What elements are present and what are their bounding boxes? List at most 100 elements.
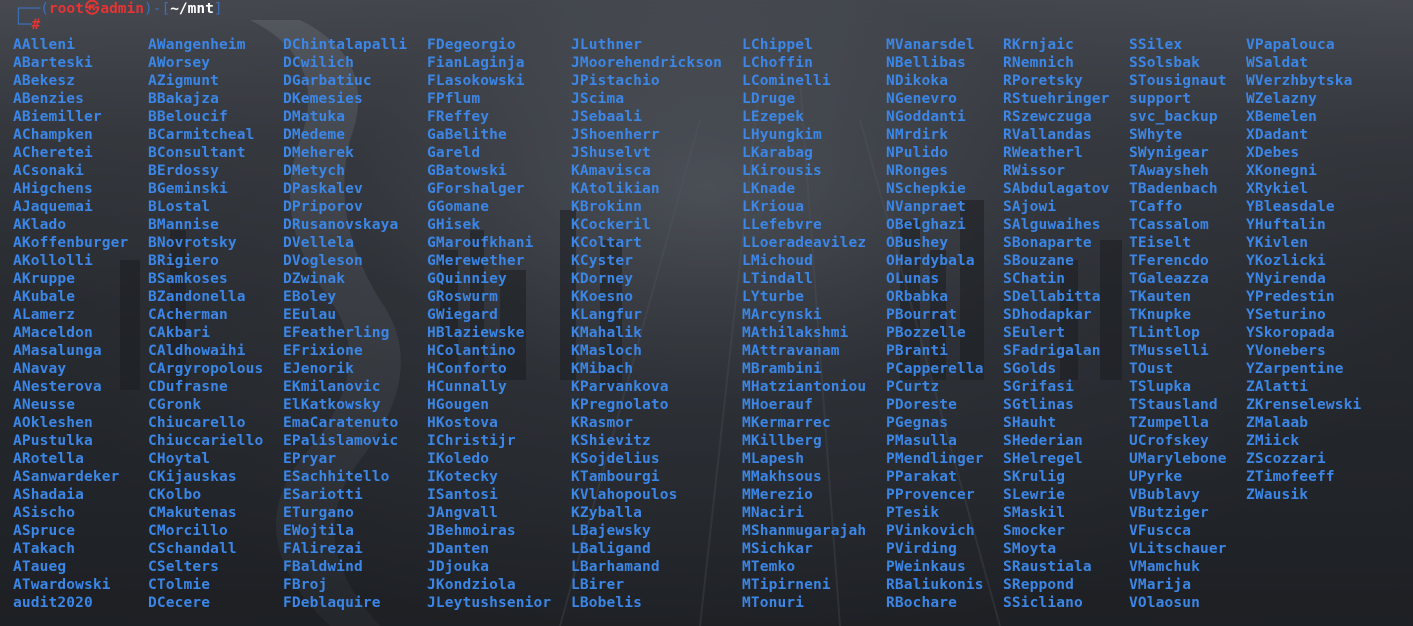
- directory-entry: ASanwardeker: [13, 469, 120, 485]
- directory-entry: TSlupka: [1129, 379, 1192, 395]
- directory-entry: JBehmoiras: [427, 523, 516, 539]
- directory-entry: NPulido: [886, 145, 949, 161]
- directory-entry: TKauten: [1129, 289, 1192, 305]
- directory-entry: NSchepkie: [886, 181, 966, 197]
- directory-entry: ABenzies: [13, 91, 85, 107]
- directory-entry: HConforto: [427, 361, 507, 377]
- directory-entry: SBonaparte: [1003, 235, 1092, 251]
- directory-entry: ZAlatti: [1246, 379, 1309, 395]
- prompt-line-2: └─#: [14, 16, 40, 34]
- directory-entry: AMasalunga: [13, 343, 102, 359]
- directory-entry: ATakach: [13, 541, 76, 557]
- directory-entry: KCyster: [571, 253, 634, 269]
- listing-column: LChippel LChoffin LCominelli LDruge LEzepek L…: [742, 36, 866, 612]
- directory-entry: NVanpraet: [886, 199, 966, 215]
- directory-entry: LBajewsky: [571, 523, 651, 539]
- directory-entry: GMaroufkhani: [427, 235, 534, 251]
- directory-entry: NRonges: [886, 163, 949, 179]
- prompt-bracket-close: ]: [213, 1, 223, 17]
- directory-entry: EPryar: [283, 451, 337, 467]
- directory-entry: LDruge: [742, 91, 796, 107]
- directory-entry: AWangenheim: [148, 37, 246, 53]
- directory-entry: LBirer: [571, 577, 625, 593]
- listing-column: DChintalapalli DCwilich DGarbatiuc DKemesie…: [283, 36, 407, 612]
- directory-entry: YKozlicki: [1246, 253, 1326, 269]
- directory-entry: JLuthner: [571, 37, 643, 53]
- directory-entry: EmaCaratenuto: [283, 415, 399, 431]
- directory-entry: DGarbatiuc: [283, 73, 372, 89]
- directory-entry: ASpruce: [13, 523, 76, 539]
- directory-entry: PCurtz: [886, 379, 940, 395]
- directory-entry: JScima: [571, 91, 625, 107]
- directory-entry: SDhodapkar: [1003, 307, 1092, 323]
- directory-entry: PBozzelle: [886, 325, 966, 341]
- directory-entry: OLunas: [886, 271, 940, 287]
- directory-entry: DPriporov: [283, 199, 363, 215]
- directory-entry: MShanmugarajah: [742, 523, 867, 539]
- directory-entry: AHigchens: [13, 181, 93, 197]
- directory-entry: XDebes: [1246, 145, 1300, 161]
- directory-entry: LKarabag: [742, 145, 814, 161]
- directory-entry: ElKatkowsky: [283, 397, 381, 413]
- directory-entry: JShuselvt: [571, 145, 651, 161]
- directory-entry: NGoddanti: [886, 109, 966, 125]
- directory-entry: YSkoropada: [1246, 325, 1335, 341]
- directory-entry: JMoorehendrickson: [571, 55, 722, 71]
- directory-entry: SSolsbak: [1129, 55, 1201, 71]
- directory-entry: XDadant: [1246, 127, 1309, 143]
- directory-entry: support: [1129, 91, 1192, 107]
- directory-entry: JShoenherr: [571, 127, 660, 143]
- directory-entry: SDellabitta: [1003, 289, 1101, 305]
- directory-entry: ARotella: [13, 451, 85, 467]
- directory-entry: SWhyte: [1129, 127, 1183, 143]
- directory-entry: AKlado: [13, 217, 67, 233]
- listing-column: FDegeorgio FianLaginja FLasokowski FPflum FR…: [427, 36, 551, 612]
- directory-entry: SWynigear: [1129, 145, 1209, 161]
- directory-entry: BLostal: [148, 199, 211, 215]
- directory-entry: AJaquemai: [13, 199, 93, 215]
- directory-entry: MArcynski: [742, 307, 822, 323]
- directory-entry: TOust: [1129, 361, 1174, 377]
- directory-entry: KVlahopoulos: [571, 487, 678, 503]
- directory-entry: RWeatherl: [1003, 145, 1083, 161]
- directory-entry: IChristijr: [427, 433, 516, 449]
- directory-entry: XRykiel: [1246, 181, 1309, 197]
- directory-entry: CAcherman: [148, 307, 228, 323]
- directory-entry: JPistachio: [571, 73, 660, 89]
- directory-entry: GMerewether: [427, 253, 525, 269]
- directory-entry: IKoledo: [427, 451, 490, 467]
- directory-entry: MTonuri: [742, 595, 805, 611]
- directory-entry: YVonebers: [1246, 343, 1326, 359]
- directory-entry: EKmilanovic: [283, 379, 381, 395]
- directory-entry: DMetych: [283, 163, 346, 179]
- directory-entry: SLewrie: [1003, 487, 1066, 503]
- directory-entry: DRusanovskaya: [283, 217, 399, 233]
- directory-entry: EPalislamovic: [283, 433, 399, 449]
- directory-entry: MMerezio: [742, 487, 814, 503]
- directory-entry: FLasokowski: [427, 73, 525, 89]
- directory-entry: BErdossy: [148, 163, 220, 179]
- terminal-window[interactable]: ┌──(root㉿admin)-[~/mnt] └─# AAlleni ABart…: [0, 0, 1413, 626]
- directory-entry: EWojtila: [283, 523, 355, 539]
- prompt-corner-bottom: └─: [14, 17, 32, 33]
- directory-entry: STousignaut: [1129, 73, 1227, 89]
- directory-entry: MSichkar: [742, 541, 814, 557]
- directory-entry: TEiselt: [1129, 235, 1192, 251]
- directory-entry: CArgyropolous: [148, 361, 264, 377]
- prompt-symbol: #: [31, 17, 41, 33]
- directory-entry: CKolbo: [148, 487, 202, 503]
- directory-entry: EEulau: [283, 307, 337, 323]
- directory-entry: TBadenbach: [1129, 181, 1218, 197]
- directory-entry: ABekesz: [13, 73, 76, 89]
- directory-entry: DChintalapalli: [283, 37, 408, 53]
- directory-entry: ZMalaab: [1246, 415, 1309, 431]
- directory-entry: OBushey: [886, 235, 949, 251]
- directory-entry: SGrifasi: [1003, 379, 1075, 395]
- directory-entry: DMedeme: [283, 127, 346, 143]
- directory-entry: MLapesh: [742, 451, 805, 467]
- directory-entry: KColtart: [571, 235, 643, 251]
- directory-entry: PBourrat: [886, 307, 958, 323]
- directory-entry: ZWausik: [1246, 487, 1309, 503]
- directory-entry: MMakhsous: [742, 469, 822, 485]
- directory-entry: YSeturino: [1246, 307, 1326, 323]
